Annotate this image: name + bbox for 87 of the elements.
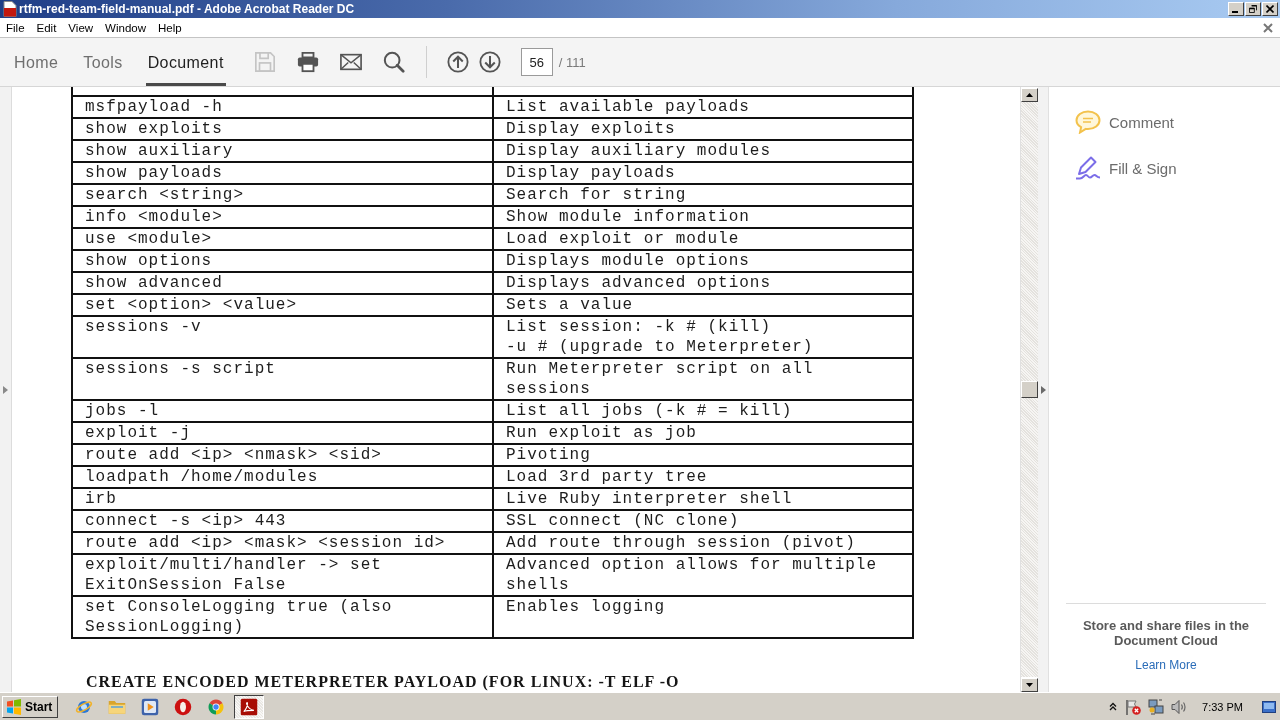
table-cell: show advanced (73, 273, 494, 293)
table-cell: set <option> <value> (73, 295, 494, 315)
menu-item[interactable]: View (62, 18, 100, 37)
menu-item[interactable]: Edit (30, 18, 63, 37)
table-cell: set ConsoleLogging true (also SessionLogging) (73, 597, 494, 637)
window-title: rtfm-red-team-field-manual.pdf - Adobe Acrobat Reader DC (19, 1, 355, 17)
tool-item[interactable]: Fill & Sign (1075, 156, 1177, 180)
table-cell: show exploits (73, 119, 494, 139)
table-cell-text: Show module information (505, 207, 751, 227)
tab[interactable]: Tools (81, 38, 125, 86)
play-tile-icon (141, 697, 160, 716)
table-cell: loadpath /home/modules (73, 467, 494, 487)
flag-logo-icon (6, 698, 22, 715)
table-cell-text: Displays advanced options (505, 273, 773, 293)
table-cell-text: Load exploit or module (505, 229, 741, 249)
chevron-up-icon (1109, 702, 1118, 711)
scrollbar[interactable] (1020, 87, 1038, 692)
close-button[interactable] (1262, 2, 1278, 16)
network-icon[interactable] (1148, 698, 1165, 715)
triangle-down-icon (1026, 683, 1033, 687)
flag-alert-icon[interactable] (1125, 698, 1142, 715)
pen-signature-icon (1075, 156, 1101, 180)
minimize-button[interactable] (1228, 2, 1244, 16)
table-cell-text: Advanced option allows for multiple shells (505, 555, 879, 595)
table-cell: show auxiliary (73, 141, 494, 161)
menu-item[interactable]: Window (99, 18, 152, 37)
table-cell: sessions -v (73, 317, 494, 357)
table-cell: sessions -s script (73, 359, 494, 399)
page-number-field[interactable]: 56 (520, 48, 553, 76)
section-heading: CREATE ENCODED METERPRETER PAYLOAD (FOR LINUX: -T ELF -O (86, 673, 680, 691)
taskbar-app-button[interactable] (234, 694, 265, 719)
table-cell-text: SSL connect (NC clone) (505, 511, 741, 531)
segmented-circle-icon (207, 697, 226, 716)
table-cell: show options (73, 251, 494, 271)
menu-item[interactable]: Help (152, 18, 188, 37)
table-cell: connect -s <ip> 443 (73, 511, 494, 531)
table-cell: search <string> (73, 185, 494, 205)
table-cell-text: List available payloads (505, 97, 751, 117)
page-total: / 111 (558, 54, 586, 70)
table-cell-text: Displays module options (505, 251, 751, 271)
tab[interactable]: Home (12, 38, 61, 86)
table-cell-text: Display auxiliary modules (505, 141, 773, 161)
table-cell-text: List session: -k # (kill) -u # (upgrade to Meterpreter) (505, 317, 815, 357)
caret-right-icon[interactable] (3, 385, 8, 394)
close-document-button[interactable] (1261, 20, 1275, 35)
triangle-up-icon (1026, 93, 1033, 97)
table-cell: irb (73, 489, 494, 509)
close-icon (1263, 22, 1273, 33)
close-icon (1266, 5, 1274, 13)
menu-item[interactable]: File (0, 18, 31, 37)
table-cell-text: Run exploit as job (505, 423, 698, 443)
table-cell: jobs -l (73, 401, 494, 421)
table-cell: route add <ip> <mask> <session id> (73, 533, 494, 553)
restore-button[interactable] (1245, 2, 1261, 16)
table-cell: exploit -j (73, 423, 494, 443)
table-cell-text: Display payloads (505, 163, 677, 183)
scroll-down-button[interactable] (1021, 678, 1038, 692)
tool-item[interactable]: Comment (1075, 110, 1175, 134)
scrollbar-thumb[interactable] (1021, 381, 1038, 398)
speech-bubble-icon (1075, 110, 1101, 134)
table-cell-text: Display exploits (505, 119, 677, 139)
scroll-up-button[interactable] (1021, 88, 1038, 102)
table-cell: show payloads (73, 163, 494, 183)
clock[interactable]: 7:33 PM (1202, 700, 1243, 713)
table-cell-text: Live Ruby interpreter shell (505, 489, 794, 509)
table-cell: info <module> (73, 207, 494, 227)
learn-more-link[interactable]: Learn More (1135, 658, 1197, 672)
caret-right-icon[interactable] (1040, 385, 1046, 394)
swirl-tile-icon (240, 697, 259, 716)
restore-icon (1249, 5, 1257, 13)
table-cell-text: List all jobs (-k # = kill) (505, 401, 794, 421)
promo-text: Store and share files in the Document Cloud (1081, 618, 1251, 648)
table-cell-text: Sets a value (505, 295, 635, 315)
table-cell-text: Load 3rd party tree (505, 467, 709, 487)
start-button[interactable]: Start (2, 695, 59, 718)
table-cell: route add <ip> <nmask> <sid> (73, 445, 494, 465)
table-cell-text: Run Meterpreter script on all sessions (505, 359, 815, 399)
table-cell-text: Pivoting (505, 445, 592, 465)
table-cell-text: Enables logging (505, 597, 667, 618)
show-hidden-icons-button[interactable] (1108, 700, 1119, 713)
table-cell: msfpayload -h (73, 97, 494, 117)
show-desktop-icon[interactable] (1262, 700, 1276, 713)
table-cell-text: Add route through session (pivot) (505, 533, 857, 553)
table-cell: use <module> (73, 229, 494, 249)
table-cell-text: Search for string (505, 185, 688, 205)
ring-icon (174, 697, 193, 716)
speaker-icon[interactable] (1171, 698, 1188, 715)
